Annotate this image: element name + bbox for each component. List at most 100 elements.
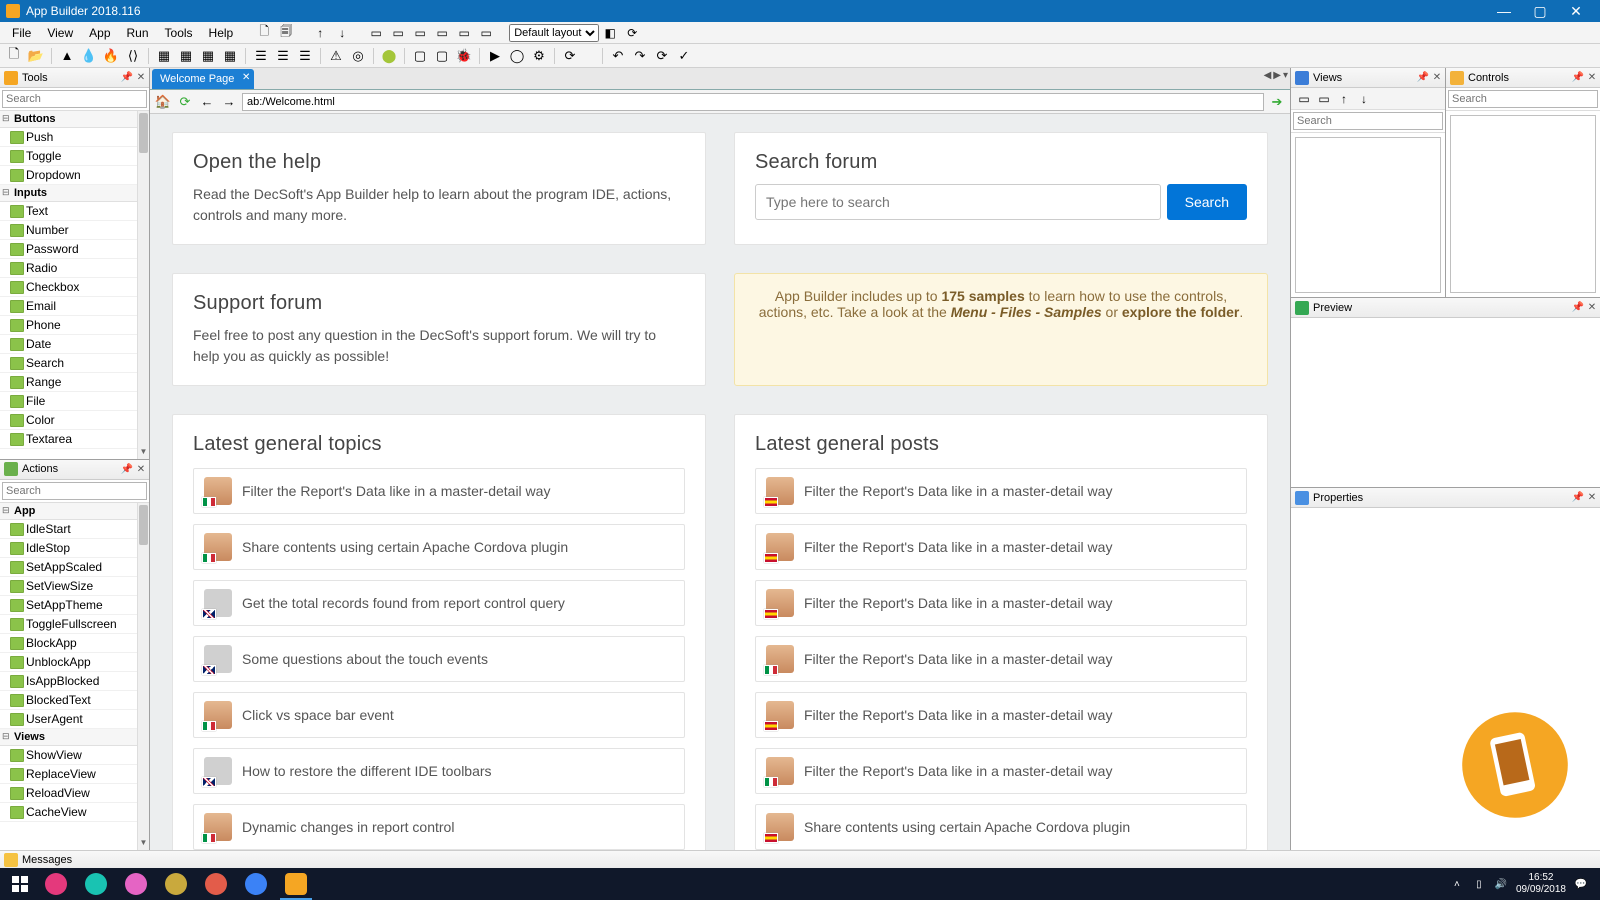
menu-file[interactable]: File: [4, 24, 39, 42]
support-card[interactable]: Support forum Feel free to post any ques…: [172, 273, 706, 386]
toolbar-icon[interactable]: ▭: [433, 24, 451, 42]
refresh-icon[interactable]: ⟳: [623, 24, 641, 42]
pin-icon[interactable]: 📌: [1572, 72, 1584, 84]
tree-item[interactable]: IdleStop: [0, 539, 137, 558]
menu-run[interactable]: Run: [119, 24, 157, 42]
tree-item[interactable]: Text: [0, 202, 137, 221]
forum-post[interactable]: Share contents using certain Apache Cord…: [193, 524, 685, 570]
taskbar-app-appbuilder[interactable]: [276, 868, 316, 900]
redo-icon[interactable]: ↷: [630, 46, 650, 66]
refresh-icon[interactable]: ⟳: [652, 46, 672, 66]
square-icon[interactable]: ▢: [432, 46, 452, 66]
close-icon[interactable]: ✕: [135, 463, 147, 475]
forum-post[interactable]: Filter the Report's Data like in a maste…: [755, 692, 1247, 738]
tray-volume-icon[interactable]: 🔊: [1494, 877, 1508, 891]
arrow-up-icon[interactable]: ↑: [311, 24, 329, 42]
close-icon[interactable]: ✕: [1586, 492, 1598, 504]
list-icon[interactable]: ☰: [251, 46, 271, 66]
add-icon[interactable]: ▭: [1315, 90, 1333, 108]
close-icon[interactable]: ✕: [1586, 302, 1598, 314]
tree-item[interactable]: SetAppTheme: [0, 596, 137, 615]
controls-search-input[interactable]: [1448, 90, 1598, 108]
tree-item[interactable]: ShowView: [0, 746, 137, 765]
list-icon[interactable]: ☰: [273, 46, 293, 66]
tree-item[interactable]: ReloadView: [0, 784, 137, 803]
taskbar-app[interactable]: [116, 868, 156, 900]
tab-menu-icon[interactable]: ▾: [1283, 70, 1288, 81]
close-icon[interactable]: ✕: [1586, 72, 1598, 84]
forum-post[interactable]: Share contents using certain Apache Cord…: [755, 804, 1247, 850]
tree-item[interactable]: Number: [0, 221, 137, 240]
tree-item[interactable]: Dropdown: [0, 166, 137, 185]
tree-item[interactable]: IdleStart: [0, 520, 137, 539]
actions-search-input[interactable]: [2, 482, 147, 500]
forum-post[interactable]: Filter the Report's Data like in a maste…: [755, 636, 1247, 682]
close-button[interactable]: ✕: [1558, 0, 1594, 22]
fire-icon[interactable]: 🔥: [101, 46, 121, 66]
forum-post[interactable]: Some questions about the touch events: [193, 636, 685, 682]
tab-welcome[interactable]: Welcome Page✕: [152, 69, 254, 89]
scrollbar[interactable]: ▲▼: [137, 111, 149, 459]
toolbar-icon[interactable]: ▭: [389, 24, 407, 42]
forum-post[interactable]: Filter the Report's Data like in a maste…: [755, 468, 1247, 514]
taskbar-app[interactable]: [196, 868, 236, 900]
droplet-icon[interactable]: 💧: [79, 46, 99, 66]
tree-item[interactable]: Search: [0, 354, 137, 373]
forum-post[interactable]: Filter the Report's Data like in a maste…: [755, 748, 1247, 794]
tree-item[interactable]: ToggleFullscreen: [0, 615, 137, 634]
tree-item[interactable]: ReplaceView: [0, 765, 137, 784]
tree-item[interactable]: Phone: [0, 316, 137, 335]
back-icon[interactable]: ←: [198, 93, 216, 111]
list-icon[interactable]: ☰: [295, 46, 315, 66]
tree-item[interactable]: Toggle: [0, 147, 137, 166]
refresh-icon[interactable]: ⟳: [560, 46, 580, 66]
grid-icon[interactable]: ▦: [176, 46, 196, 66]
close-icon[interactable]: ✕: [1431, 72, 1443, 84]
toolbar-icon[interactable]: 🗋: [255, 24, 273, 42]
tree-item[interactable]: Color: [0, 411, 137, 430]
arrow-up-icon[interactable]: ↑: [1335, 90, 1353, 108]
menu-tools[interactable]: Tools: [157, 24, 201, 42]
pin-icon[interactable]: 📌: [121, 463, 133, 475]
controls-list[interactable]: [1450, 115, 1596, 293]
tree-item[interactable]: SetAppScaled: [0, 558, 137, 577]
new-icon[interactable]: 🗋: [4, 46, 24, 66]
close-icon[interactable]: ✕: [242, 72, 250, 83]
tray-network-icon[interactable]: ▯: [1472, 877, 1486, 891]
help-card[interactable]: Open the help Read the DecSoft's App Bui…: [172, 132, 706, 245]
build-icon[interactable]: ▲: [57, 46, 77, 66]
tree-item[interactable]: File: [0, 392, 137, 411]
scrollbar[interactable]: ▲▼: [137, 503, 149, 851]
tree-item[interactable]: Push: [0, 128, 137, 147]
tree-group[interactable]: Inputs: [0, 185, 137, 202]
close-icon[interactable]: ✕: [135, 72, 147, 84]
open-icon[interactable]: 📂: [26, 46, 46, 66]
menu-app[interactable]: App: [81, 24, 118, 42]
tree-item[interactable]: SetViewSize: [0, 577, 137, 596]
tree-item[interactable]: Radio: [0, 259, 137, 278]
taskbar-app[interactable]: [36, 868, 76, 900]
refresh-icon[interactable]: ⟳: [176, 93, 194, 111]
taskbar-app[interactable]: [156, 868, 196, 900]
start-button[interactable]: [4, 868, 36, 900]
android-icon[interactable]: ⬤: [379, 46, 399, 66]
home-icon[interactable]: 🏠: [154, 93, 172, 111]
tree-item[interactable]: CacheView: [0, 803, 137, 822]
views-list[interactable]: [1295, 137, 1441, 293]
toolbar-icon[interactable]: ▭: [455, 24, 473, 42]
arrow-down-icon[interactable]: ↓: [1355, 90, 1373, 108]
undo-icon[interactable]: ↶: [608, 46, 628, 66]
tree-item[interactable]: Checkbox: [0, 278, 137, 297]
stop-icon[interactable]: ◯: [507, 46, 527, 66]
tools-search-input[interactable]: [2, 90, 147, 108]
pin-icon[interactable]: 📌: [1572, 302, 1584, 314]
forum-post[interactable]: Filter the Report's Data like in a maste…: [755, 524, 1247, 570]
tree-item[interactable]: UserAgent: [0, 710, 137, 729]
settings-icon[interactable]: ⚙: [529, 46, 549, 66]
toolbar-icon[interactable]: ▭: [411, 24, 429, 42]
address-input[interactable]: [242, 93, 1264, 111]
forum-post[interactable]: Click vs space bar event: [193, 692, 685, 738]
forum-search-button[interactable]: Search: [1167, 184, 1247, 220]
pin-icon[interactable]: 📌: [121, 72, 133, 84]
square-icon[interactable]: ▢: [410, 46, 430, 66]
